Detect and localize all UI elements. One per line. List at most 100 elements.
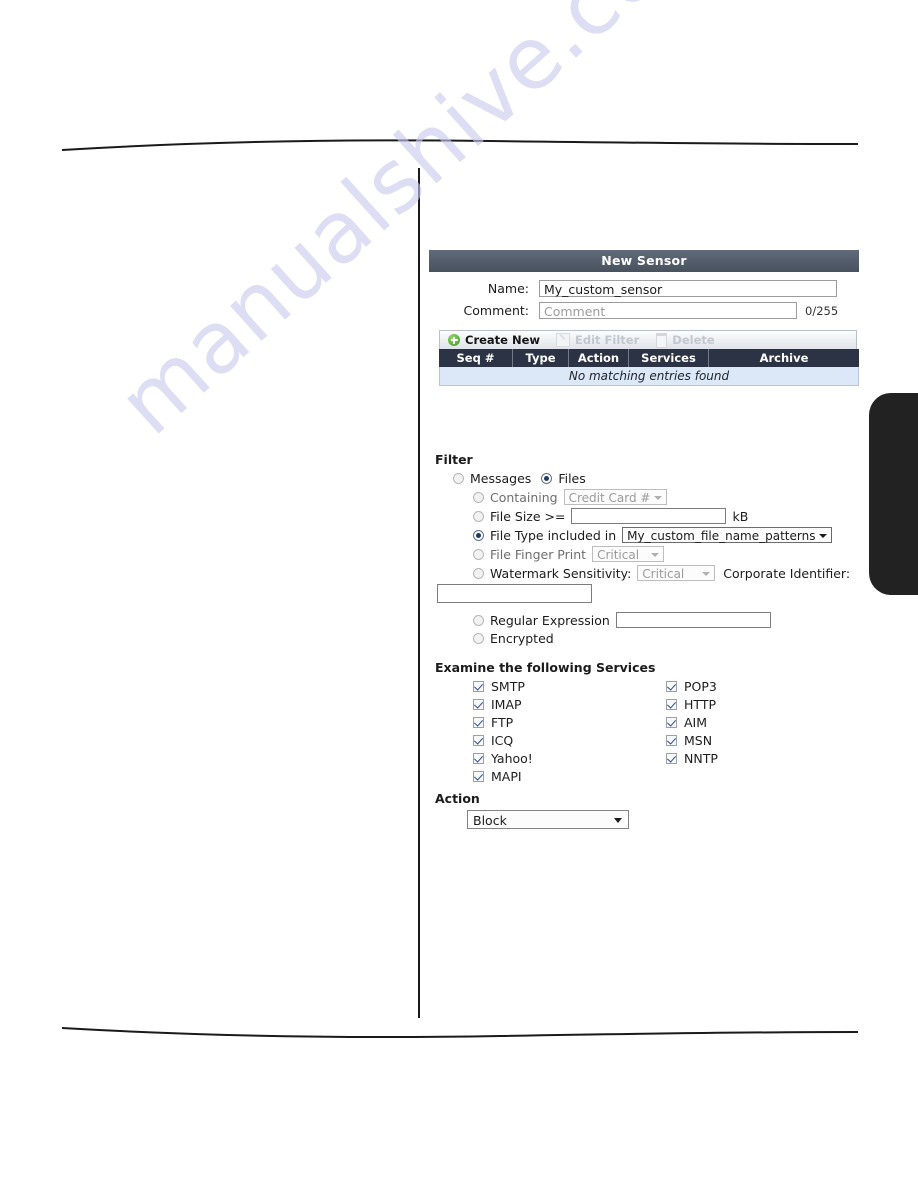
- radio-file-type[interactable]: [473, 529, 484, 541]
- radio-messages[interactable]: [453, 473, 464, 484]
- label-files: Files: [558, 471, 586, 486]
- filter-option-file-finger-print: File Finger Print Critical: [473, 546, 859, 562]
- column-header-action[interactable]: Action: [569, 349, 629, 367]
- service-msn[interactable]: MSN: [666, 733, 859, 748]
- regular-expression-input[interactable]: [615, 612, 771, 628]
- column-header-seq[interactable]: Seq #: [439, 349, 513, 367]
- checkbox-smtp[interactable]: [473, 681, 484, 692]
- name-row: Name: My_custom_sensor: [429, 280, 859, 297]
- service-http[interactable]: HTTP: [666, 697, 859, 712]
- service-imap[interactable]: IMAP: [473, 697, 666, 712]
- label-file-size: File Size >=: [490, 508, 566, 524]
- service-icq[interactable]: ICQ: [473, 733, 666, 748]
- service-yahoo[interactable]: Yahoo!: [473, 751, 666, 766]
- checkbox-icq[interactable]: [473, 735, 484, 746]
- containing-dropdown[interactable]: Credit Card #: [563, 489, 668, 505]
- comment-input[interactable]: Comment: [539, 302, 797, 319]
- create-new-button[interactable]: Create New: [440, 331, 548, 349]
- radio-file-size[interactable]: [473, 510, 484, 522]
- trash-icon: [656, 332, 668, 348]
- plus-circle-icon: [448, 334, 460, 346]
- delete-button: Delete: [647, 331, 722, 349]
- checkbox-pop3[interactable]: [666, 681, 677, 692]
- label-regular-expression: Regular Expression: [490, 612, 610, 628]
- corporate-identifier-input[interactable]: [437, 584, 592, 603]
- watermark-sensitivity-dropdown[interactable]: Critical: [637, 565, 716, 581]
- comment-char-counter: 0/255: [805, 303, 839, 318]
- filter-option-file-type: File Type included in My_custom_file_nam…: [473, 527, 859, 543]
- page-edge-thumb-tab: [869, 393, 918, 595]
- table-empty-message: No matching entries found: [439, 367, 859, 386]
- column-header-type[interactable]: Type: [513, 349, 569, 367]
- filter-section-title: Filter: [435, 452, 473, 467]
- label-mapi: MAPI: [491, 769, 522, 784]
- label-http: HTTP: [684, 697, 716, 712]
- name-input[interactable]: My_custom_sensor: [539, 280, 837, 297]
- service-smtp[interactable]: SMTP: [473, 679, 666, 694]
- column-header-archive[interactable]: Archive: [709, 349, 859, 367]
- create-new-label: Create New: [465, 333, 541, 347]
- service-ftp[interactable]: FTP: [473, 715, 666, 730]
- name-label: Name:: [487, 281, 529, 296]
- file-type-dropdown[interactable]: My_custom_file_name_patterns: [622, 527, 833, 543]
- file-size-unit: kB: [732, 508, 749, 524]
- filter-option-encrypted: Encrypted: [473, 631, 859, 646]
- service-aim[interactable]: AIM: [666, 715, 859, 730]
- edit-filter-label: Edit Filter: [575, 333, 640, 347]
- new-sensor-dialog: New Sensor Name: My_custom_sensor Commen…: [429, 250, 859, 829]
- file-size-input[interactable]: [571, 508, 727, 524]
- checkbox-aim[interactable]: [666, 717, 677, 728]
- radio-regular-expression[interactable]: [473, 614, 484, 626]
- service-pop3[interactable]: POP3: [666, 679, 859, 694]
- column-header-services[interactable]: Services: [629, 349, 709, 367]
- corporate-identifier-row: [437, 584, 859, 606]
- services-grid: SMTP IMAP FTP ICQ Yahoo! MAPI POP3 HTTP …: [473, 679, 859, 787]
- radio-file-finger-print[interactable]: [473, 548, 484, 560]
- checkbox-nntp[interactable]: [666, 753, 677, 764]
- label-imap: IMAP: [491, 697, 522, 712]
- action-section-title: Action: [435, 791, 480, 806]
- filter-option-regular-expression: Regular Expression: [473, 612, 859, 628]
- radio-watermark-sensitivity[interactable]: [473, 567, 484, 579]
- filter-mode-row: Messages Files: [453, 471, 859, 486]
- label-messages: Messages: [470, 471, 532, 486]
- label-containing: Containing: [490, 489, 558, 505]
- label-icq: ICQ: [491, 733, 514, 748]
- services-section: Examine the following Services SMTP IMAP…: [429, 660, 859, 787]
- label-ftp: FTP: [491, 715, 514, 730]
- checkbox-msn[interactable]: [666, 735, 677, 746]
- table-header-row: Seq # Type Action Services Archive: [439, 349, 859, 367]
- label-aim: AIM: [684, 715, 708, 730]
- radio-containing[interactable]: [473, 491, 484, 503]
- filter-option-file-size: File Size >= kB: [473, 508, 859, 524]
- page-bottom-edge-line: [61, 1027, 859, 1038]
- action-section: Action Block: [429, 791, 859, 829]
- label-nntp: NNTP: [684, 751, 718, 766]
- column-divider: [418, 168, 420, 1018]
- checkbox-http[interactable]: [666, 699, 677, 710]
- edit-filter-button: Edit Filter: [548, 331, 647, 349]
- filter-option-containing: Containing Credit Card #: [473, 489, 859, 505]
- checkbox-ftp[interactable]: [473, 717, 484, 728]
- action-dropdown[interactable]: Block: [467, 810, 629, 829]
- checkbox-mapi[interactable]: [473, 771, 484, 782]
- checkbox-imap[interactable]: [473, 699, 484, 710]
- label-watermark-sensitivity: Watermark Sensitivity:: [490, 565, 632, 581]
- service-mapi[interactable]: MAPI: [473, 769, 666, 784]
- dialog-titlebar: New Sensor: [429, 250, 859, 272]
- label-smtp: SMTP: [491, 679, 525, 694]
- comment-label: Comment:: [463, 303, 529, 318]
- filter-option-watermark-sensitivity: Watermark Sensitivity: Critical Corporat…: [473, 565, 859, 581]
- comment-row: Comment: Comment 0/255: [429, 302, 859, 319]
- label-file-finger-print: File Finger Print: [490, 546, 587, 562]
- label-file-type: File Type included in: [490, 527, 617, 543]
- radio-files[interactable]: [541, 473, 553, 484]
- page-top-edge-line: [61, 139, 859, 151]
- radio-encrypted[interactable]: [473, 633, 484, 644]
- label-pop3: POP3: [684, 679, 717, 694]
- checkbox-yahoo[interactable]: [473, 753, 484, 764]
- file-finger-print-dropdown[interactable]: Critical: [592, 546, 665, 562]
- label-corporate-identifier: Corporate Identifier:: [723, 565, 851, 581]
- service-nntp[interactable]: NNTP: [666, 751, 859, 766]
- delete-label: Delete: [672, 333, 715, 347]
